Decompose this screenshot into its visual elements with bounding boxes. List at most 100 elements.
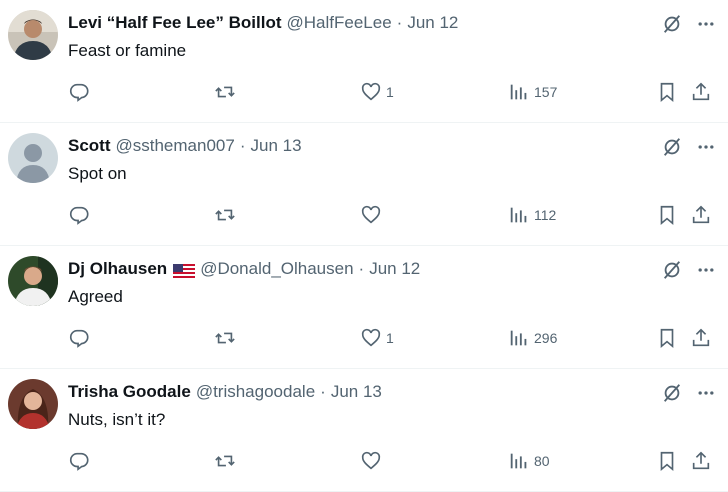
retweet-button[interactable] <box>214 449 236 473</box>
view-count: 296 <box>534 330 558 346</box>
more-icon[interactable] <box>694 258 718 282</box>
reply-feed: Levi “Half Fee Lee” Boillot @HalfFeeLee … <box>0 0 728 492</box>
display-name[interactable]: Trisha Goodale <box>68 381 191 403</box>
avatar[interactable] <box>8 379 58 429</box>
grok-icon[interactable] <box>660 258 684 282</box>
user-handle[interactable]: @HalfFeeLee <box>287 12 392 34</box>
tweet-top-actions <box>660 258 718 282</box>
tweet-top-actions <box>660 135 718 159</box>
reply-button[interactable] <box>68 80 90 104</box>
retweet-icon <box>215 209 235 221</box>
share-button[interactable] <box>690 449 712 473</box>
views-button[interactable]: 80 <box>508 449 550 473</box>
tweet-header: Trisha Goodale @trishagoodale · Jun 13 <box>68 381 382 403</box>
like-button[interactable]: 1 <box>360 80 394 104</box>
bookmark-button[interactable] <box>656 449 678 473</box>
share-icon <box>692 451 710 470</box>
share-icon <box>692 205 710 224</box>
grok-icon[interactable] <box>660 381 684 405</box>
bookmark-button[interactable] <box>656 203 678 227</box>
user-handle[interactable]: @Donald_Olhausen <box>200 258 353 280</box>
bookmark-icon <box>660 328 674 349</box>
views-button[interactable]: 157 <box>508 80 557 104</box>
retweet-button[interactable] <box>214 326 236 350</box>
bookmark-icon <box>660 82 674 103</box>
us-flag-icon <box>173 262 196 278</box>
bookmark-button[interactable] <box>656 80 678 104</box>
avatar[interactable] <box>8 10 58 60</box>
user-handle[interactable]: @trishagoodale <box>196 381 315 403</box>
share-button[interactable] <box>690 203 712 227</box>
reply-button[interactable] <box>68 326 90 350</box>
views-button[interactable]: 296 <box>508 326 557 350</box>
tweet-top-actions <box>660 381 718 405</box>
bookmark-button[interactable] <box>656 326 678 350</box>
share-button[interactable] <box>690 326 712 350</box>
view-count: 112 <box>534 207 557 223</box>
tweet-text: Feast or famine <box>68 41 187 60</box>
tweet-actions: 1 296 <box>68 326 718 350</box>
reply-icon <box>69 452 89 471</box>
reply-button[interactable] <box>68 449 90 473</box>
like-button[interactable] <box>360 449 386 473</box>
tweet[interactable]: Scott @sstheman007 · Jun 13 Spot on 112 <box>0 123 728 246</box>
retweet-button[interactable] <box>214 203 236 227</box>
heart-icon <box>361 82 381 101</box>
heart-icon <box>361 328 381 347</box>
more-icon[interactable] <box>694 135 718 159</box>
tweet-text: Agreed <box>68 287 123 306</box>
separator-dot: · <box>396 13 403 32</box>
share-button[interactable] <box>690 80 712 104</box>
tweet-actions: 80 <box>68 449 718 473</box>
like-button[interactable]: 1 <box>360 326 394 350</box>
heart-icon <box>361 451 381 470</box>
more-icon[interactable] <box>694 381 718 405</box>
like-button[interactable] <box>360 203 386 227</box>
tweet-header: Levi “Half Fee Lee” Boillot @HalfFeeLee … <box>68 12 458 34</box>
analytics-icon <box>510 207 527 223</box>
tweet-date[interactable]: Jun 12 <box>407 12 458 34</box>
separator-dot: · <box>239 136 246 155</box>
more-icon[interactable] <box>694 12 718 36</box>
reply-icon <box>69 83 89 102</box>
tweet-text: Spot on <box>68 164 127 183</box>
reply-icon <box>69 329 89 348</box>
reply-button[interactable] <box>68 203 90 227</box>
retweet-icon <box>215 86 235 98</box>
grok-icon[interactable] <box>660 12 684 36</box>
display-name[interactable]: Levi “Half Fee Lee” Boillot <box>68 12 282 34</box>
avatar[interactable] <box>8 256 58 306</box>
retweet-button[interactable] <box>214 80 236 104</box>
bookmark-icon <box>660 205 674 226</box>
separator-dot: · <box>320 382 326 401</box>
like-count: 1 <box>386 84 394 100</box>
share-icon <box>692 82 710 101</box>
avatar[interactable] <box>8 133 58 183</box>
tweet-actions: 1 157 <box>68 80 718 104</box>
view-count: 157 <box>534 84 558 100</box>
tweet-header: Scott @sstheman007 · Jun 13 <box>68 135 302 157</box>
tweet-date[interactable]: Jun 13 <box>331 381 382 403</box>
tweet[interactable]: Trisha Goodale @trishagoodale · Jun 13 N… <box>0 369 728 492</box>
separator-dot: · <box>358 259 365 278</box>
heart-icon <box>361 205 381 224</box>
display-name[interactable]: Dj Olhausen <box>68 258 167 280</box>
tweet-text: Nuts, isn’t it? <box>68 410 166 429</box>
share-icon <box>692 328 710 347</box>
views-button[interactable]: 112 <box>508 203 556 227</box>
retweet-icon <box>215 455 235 467</box>
user-handle[interactable]: @sstheman007 <box>116 135 235 157</box>
analytics-icon <box>510 330 527 346</box>
reply-icon <box>69 206 89 225</box>
tweet[interactable]: Levi “Half Fee Lee” Boillot @HalfFeeLee … <box>0 0 728 123</box>
grok-icon[interactable] <box>660 135 684 159</box>
tweet-date[interactable]: Jun 13 <box>251 135 302 157</box>
analytics-icon <box>510 84 527 100</box>
tweet[interactable]: Dj Olhausen @Donald_Olhausen · Jun 12 Ag… <box>0 246 728 369</box>
tweet-top-actions <box>660 12 718 36</box>
view-count: 80 <box>534 453 550 469</box>
display-name[interactable]: Scott <box>68 135 111 157</box>
tweet-actions: 112 <box>68 203 718 227</box>
bookmark-icon <box>660 451 674 472</box>
tweet-date[interactable]: Jun 12 <box>369 258 420 280</box>
